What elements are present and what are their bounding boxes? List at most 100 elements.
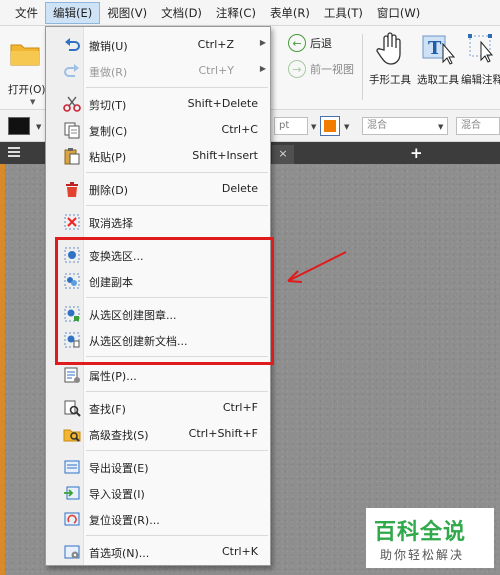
- redo-icon: [64, 64, 79, 77]
- paste-label: 粘贴(P): [89, 151, 127, 164]
- back-arrow-icon: ←: [288, 34, 306, 52]
- menu-file[interactable]: 文件: [8, 2, 45, 24]
- undo-label: 撤销(U): [89, 40, 128, 53]
- menu-item-undo[interactable]: 撤销(U) Ctrl+Z ▶: [46, 32, 270, 58]
- watermark-logo: 百科全说 助你轻松解决: [366, 508, 494, 568]
- stroke-color-dropdown-icon[interactable]: ▼: [36, 123, 41, 131]
- undo-submenu-arrow-icon: ▶: [259, 38, 266, 47]
- text-color-dropdown-icon[interactable]: ▼: [344, 123, 349, 131]
- font-size-field[interactable]: pt: [274, 117, 308, 135]
- preferences-shortcut: Ctrl+K: [221, 545, 258, 558]
- find-shortcut: Ctrl+F: [222, 401, 258, 414]
- menu-document[interactable]: 文档(D): [154, 2, 209, 24]
- close-tab-icon[interactable]: ×: [272, 145, 294, 164]
- menu-item-reset-settings[interactable]: 复位设置(R)...: [46, 506, 270, 532]
- advanced-find-shortcut: Ctrl+Shift+F: [188, 427, 258, 440]
- menu-separator: [86, 205, 268, 206]
- advanced-find-label: 高级查找(S): [89, 429, 149, 442]
- tab-list-icon[interactable]: [8, 147, 20, 159]
- menu-item-preferences[interactable]: 首选项(N)... Ctrl+K: [46, 539, 270, 565]
- menu-item-export-settings[interactable]: 导出设置(E): [46, 454, 270, 480]
- delete-shortcut: Delete: [221, 182, 258, 195]
- advanced-find-icon: [63, 429, 81, 442]
- forward-arrow-icon: →: [288, 60, 306, 78]
- copy-shortcut: Ctrl+C: [221, 123, 258, 136]
- menu-bar: 文件 编辑(E) 视图(V) 文档(D) 注释(C) 表单(R) 工具(T) 窗…: [0, 0, 500, 26]
- deselect-icon: [64, 214, 80, 230]
- cut-label: 剪切(T): [89, 99, 127, 112]
- blend-mode-value-1: 混合: [367, 120, 387, 131]
- menu-separator: [86, 87, 268, 88]
- forward-label: 前一视图: [310, 63, 354, 76]
- menu-form[interactable]: 表单(R): [263, 2, 317, 24]
- scissors-icon: [63, 96, 81, 112]
- menu-item-cut[interactable]: 剪切(T) Shift+Delete: [46, 91, 270, 117]
- trash-icon: [66, 182, 78, 197]
- redo-shortcut: Ctrl+Y: [198, 64, 234, 77]
- delete-label: 删除(D): [89, 184, 129, 197]
- menu-tools[interactable]: 工具(T): [317, 2, 370, 24]
- edit-annotation-button[interactable]: 编辑注释: [460, 30, 500, 87]
- copy-label: 复制(C): [89, 125, 128, 138]
- find-icon: [64, 400, 81, 417]
- forward-button[interactable]: → 前一视图: [288, 60, 354, 78]
- blend-mode-select-1[interactable]: 混合: [362, 117, 448, 135]
- hand-tool-label: 手形工具: [369, 74, 411, 86]
- import-settings-icon: [64, 486, 80, 500]
- annotation-arrow-icon: [287, 251, 347, 283]
- edit-annotation-label: 编辑注释: [461, 74, 500, 86]
- stroke-color-swatch[interactable]: [8, 117, 30, 135]
- font-size-unit: pt: [279, 120, 290, 131]
- preferences-label: 首选项(N)...: [89, 547, 150, 560]
- ribbon-separator: [362, 34, 363, 100]
- export-settings-label: 导出设置(E): [89, 462, 149, 475]
- redo-submenu-arrow-icon: ▶: [259, 64, 266, 73]
- menu-separator: [86, 172, 268, 173]
- back-button[interactable]: ← 后退: [288, 34, 332, 52]
- blend-dropdown-icon-1[interactable]: ▼: [438, 123, 443, 131]
- menu-comment[interactable]: 注释(C): [209, 2, 263, 24]
- select-tool-button[interactable]: T 选取工具: [412, 30, 464, 87]
- menu-item-paste[interactable]: 粘贴(P) Shift+Insert: [46, 143, 270, 169]
- edit-annotation-icon: [468, 34, 494, 63]
- folder-open-icon[interactable]: [10, 40, 40, 66]
- menu-view[interactable]: 视图(V): [100, 2, 154, 24]
- open-dropdown-icon[interactable]: ▼: [30, 98, 35, 106]
- hand-tool-button[interactable]: 手形工具: [364, 30, 416, 87]
- paste-icon: [64, 148, 80, 165]
- menu-item-delete[interactable]: 删除(D) Delete: [46, 176, 270, 202]
- menu-item-deselect[interactable]: 取消选择: [46, 209, 270, 235]
- cut-shortcut: Shift+Delete: [187, 97, 258, 110]
- undo-shortcut: Ctrl+Z: [197, 38, 234, 51]
- menu-item-advanced-find[interactable]: 高级查找(S) Ctrl+Shift+F: [46, 421, 270, 447]
- text-color-swatch[interactable]: [320, 116, 340, 136]
- menu-separator: [86, 391, 268, 392]
- menu-window[interactable]: 窗口(W): [370, 2, 427, 24]
- properties-icon: [64, 367, 80, 383]
- menu-item-redo[interactable]: 重做(R) Ctrl+Y ▶: [46, 58, 270, 84]
- import-settings-label: 导入设置(I): [89, 488, 145, 501]
- menu-edit[interactable]: 编辑(E): [45, 1, 101, 24]
- select-tool-label: 选取工具: [417, 74, 459, 86]
- paste-shortcut: Shift+Insert: [192, 149, 258, 162]
- highlight-box: [55, 237, 274, 365]
- undo-icon: [65, 38, 80, 51]
- blend-mode-select-2[interactable]: 混合: [456, 117, 500, 135]
- deselect-label: 取消选择: [89, 217, 133, 230]
- find-label: 查找(F): [89, 403, 126, 416]
- open-button-label[interactable]: 打开(O): [8, 82, 45, 97]
- reset-settings-label: 复位设置(R)...: [89, 514, 160, 527]
- font-size-dropdown-icon[interactable]: ▼: [311, 123, 316, 131]
- menu-item-import-settings[interactable]: 导入设置(I): [46, 480, 270, 506]
- new-tab-icon[interactable]: +: [410, 144, 423, 162]
- menu-item-copy[interactable]: 复制(C) Ctrl+C: [46, 117, 270, 143]
- watermark-title: 百科全说: [374, 520, 467, 545]
- select-text-icon: T: [422, 35, 455, 65]
- document-left-edge: [0, 164, 5, 575]
- menu-item-properties[interactable]: 属性(P)...: [46, 362, 270, 388]
- menu-item-find[interactable]: 查找(F) Ctrl+F: [46, 395, 270, 421]
- menu-separator: [86, 450, 268, 451]
- redo-label: 重做(R): [89, 66, 128, 79]
- hand-icon: [376, 32, 401, 65]
- properties-label: 属性(P)...: [89, 370, 137, 383]
